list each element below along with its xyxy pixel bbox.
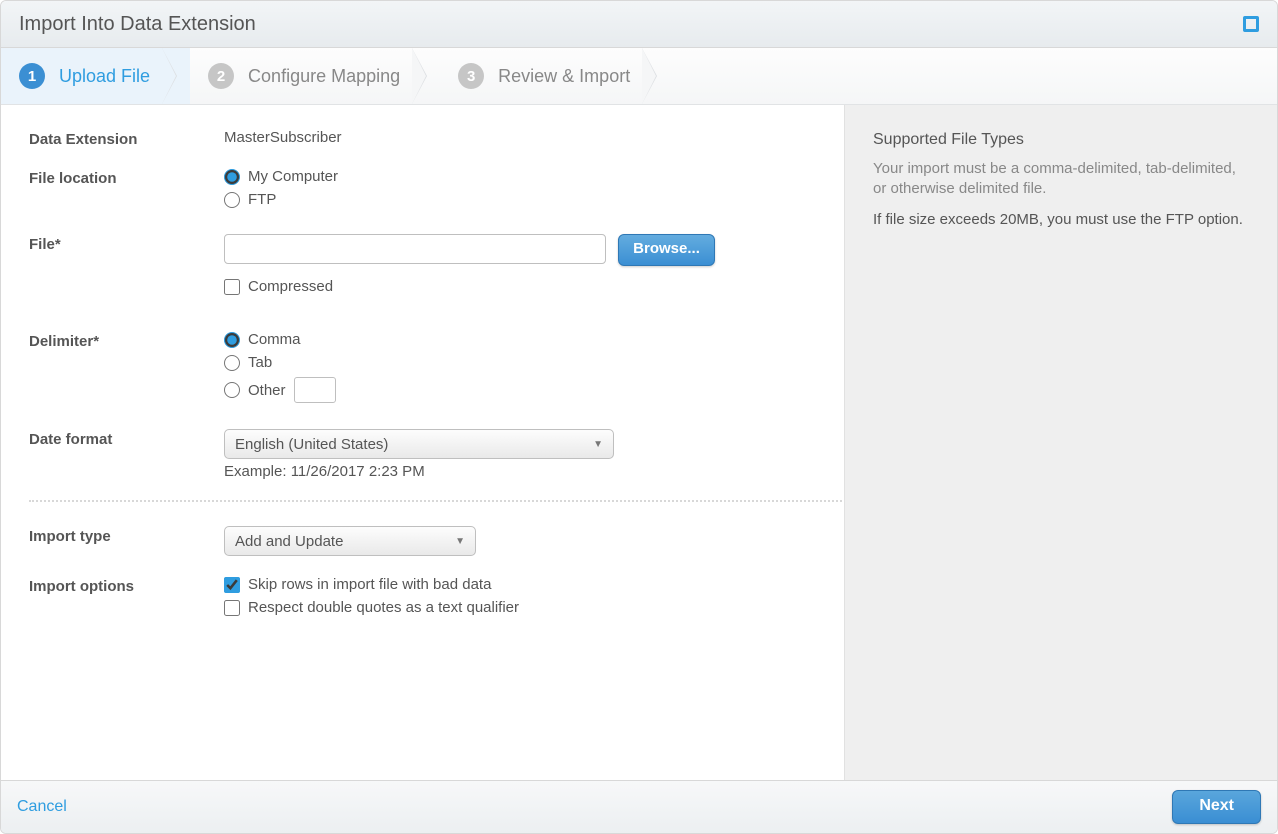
checkbox-label: Compressed <box>248 278 333 295</box>
step-number: 2 <box>208 63 234 89</box>
next-button[interactable]: Next <box>1172 790 1261 824</box>
radio-label: Tab <box>248 354 272 371</box>
label-import-type: Import type <box>29 526 224 545</box>
checkbox-compressed[interactable] <box>224 279 240 295</box>
step-number: 3 <box>458 63 484 89</box>
radio-label: Other <box>248 382 286 399</box>
step-number: 1 <box>19 63 45 89</box>
radio-tab[interactable] <box>224 355 240 371</box>
radio-label: FTP <box>248 191 276 208</box>
step-label: Review & Import <box>498 66 630 87</box>
step-upload-file[interactable]: 1 Upload File <box>1 48 190 104</box>
chevron-down-icon: ▼ <box>593 439 603 450</box>
select-import-type[interactable]: Add and Update ▼ <box>224 526 476 556</box>
checkbox-respect-quotes[interactable] <box>224 600 240 616</box>
label-file-location: File location <box>29 168 224 187</box>
radio-label: Comma <box>248 331 301 348</box>
divider <box>29 500 844 502</box>
import-dialog: Import Into Data Extension 1 Upload File… <box>0 0 1278 834</box>
sidebar-text: Your import must be a comma-delimited, t… <box>873 159 1249 200</box>
checkbox-label: Skip rows in import file with bad data <box>248 576 491 593</box>
checkbox-skip-bad-rows[interactable] <box>224 577 240 593</box>
other-delimiter-input[interactable] <box>294 377 336 403</box>
window-title: Import Into Data Extension <box>19 1 256 47</box>
label-data-extension: Data Extension <box>29 129 224 148</box>
sidebar-title: Supported File Types <box>873 131 1249 149</box>
sidebar-text: If file size exceeds 20MB, you must use … <box>873 210 1249 230</box>
sidebar-help: Supported File Types Your import must be… <box>844 105 1277 780</box>
maximize-icon[interactable] <box>1243 16 1259 32</box>
label-file: File* <box>29 234 224 253</box>
step-label: Upload File <box>59 66 150 87</box>
radio-my-computer[interactable] <box>224 169 240 185</box>
cancel-button[interactable]: Cancel <box>17 798 67 816</box>
wizard-steps: 1 Upload File 2 Configure Mapping 3 Revi… <box>1 48 1277 105</box>
step-label: Configure Mapping <box>248 66 400 87</box>
value-data-extension: MasterSubscriber <box>224 129 816 146</box>
titlebar: Import Into Data Extension <box>1 1 1277 48</box>
form-main: Data Extension MasterSubscriber File loc… <box>1 105 844 780</box>
label-delimiter: Delimiter* <box>29 331 224 350</box>
label-date-format: Date format <box>29 429 224 448</box>
label-import-options: Import options <box>29 576 224 595</box>
footer: Cancel Next <box>1 780 1277 833</box>
radio-other[interactable] <box>224 382 240 398</box>
file-path-input[interactable] <box>224 234 606 264</box>
step-review-import[interactable]: 3 Review & Import <box>440 48 670 104</box>
select-date-format[interactable]: English (United States) ▼ <box>224 429 614 459</box>
radio-ftp[interactable] <box>224 192 240 208</box>
radio-label: My Computer <box>248 168 338 185</box>
select-value: English (United States) <box>235 436 388 453</box>
chevron-down-icon: ▼ <box>455 536 465 547</box>
browse-button[interactable]: Browse... <box>618 234 715 266</box>
checkbox-label: Respect double quotes as a text qualifie… <box>248 599 519 616</box>
radio-comma[interactable] <box>224 332 240 348</box>
step-configure-mapping[interactable]: 2 Configure Mapping <box>190 48 440 104</box>
select-value: Add and Update <box>235 533 343 550</box>
date-format-example: Example: 11/26/2017 2:23 PM <box>224 463 816 480</box>
